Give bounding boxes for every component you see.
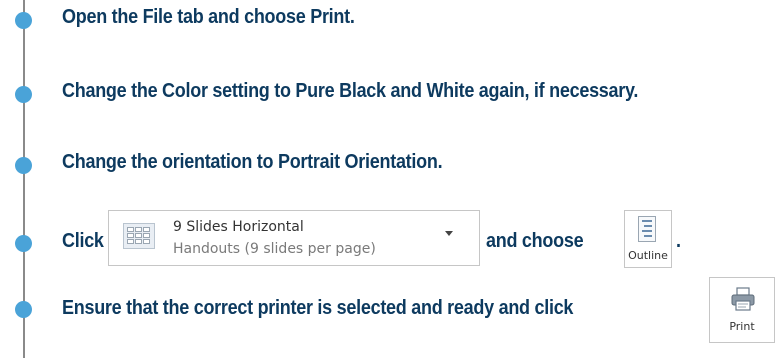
printer-icon — [731, 287, 755, 311]
step-5-text: Ensure that the correct printer is selec… — [62, 297, 574, 319]
handout-grid-icon — [123, 223, 155, 249]
handout-layout-dropdown[interactable]: 9 Slides Horizontal Handouts (9 slides p… — [108, 210, 480, 266]
step-3: Change the orientation to Portrait Orien… — [0, 145, 783, 185]
dropdown-arrow-icon[interactable] — [445, 231, 453, 236]
outline-button[interactable]: Outline — [624, 210, 672, 268]
bullet-dot — [15, 301, 32, 318]
bullet-dot — [15, 86, 32, 103]
bullet-dot — [15, 12, 32, 29]
step-4-period: . — [676, 230, 681, 252]
print-label: Print — [729, 320, 755, 333]
bullet-dot — [15, 235, 32, 252]
step-5: Ensure that the correct printer is selec… — [0, 285, 783, 345]
print-button[interactable]: Print — [709, 277, 775, 343]
step-1-text: Open the File tab and choose Print. — [62, 6, 355, 28]
dropdown-subtitle: Handouts (9 slides per page) — [173, 241, 376, 257]
step-2: Change the Color setting to Pure Black a… — [0, 74, 783, 114]
bullet-dot — [15, 157, 32, 174]
step-3-text: Change the orientation to Portrait Orien… — [62, 151, 443, 173]
outline-label: Outline — [628, 249, 668, 262]
step-1: Open the File tab and choose Print. — [0, 0, 783, 40]
outline-page-icon — [638, 216, 656, 242]
dropdown-title: 9 Slides Horizontal — [173, 219, 304, 235]
step-4-click-text: Click — [62, 230, 104, 252]
step-2-text: Change the Color setting to Pure Black a… — [62, 80, 639, 102]
step-4-and-choose-text: and choose — [486, 230, 584, 252]
